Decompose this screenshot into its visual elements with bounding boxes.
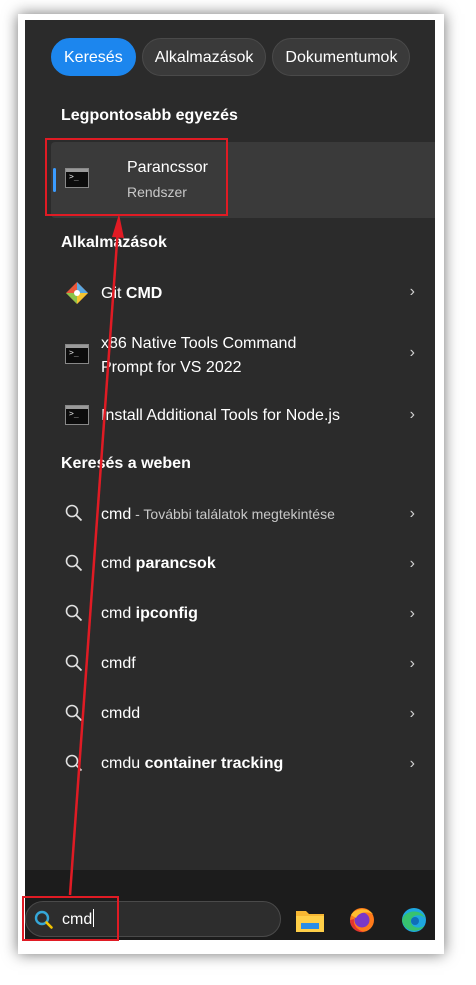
annotation-arrow	[68, 214, 124, 896]
